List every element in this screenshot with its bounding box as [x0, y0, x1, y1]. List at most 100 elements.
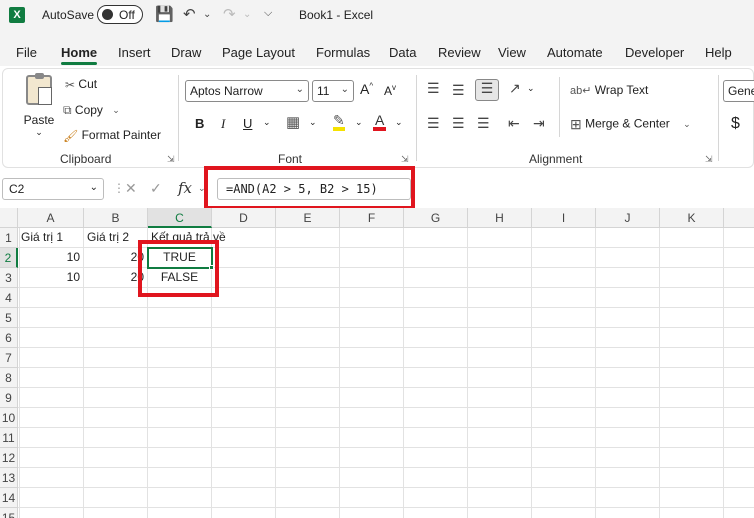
italic-button[interactable]: I: [221, 116, 225, 132]
align-center-icon[interactable]: ☰: [452, 115, 465, 132]
increase-font-size-icon[interactable]: A^: [360, 81, 373, 97]
merge-center-button[interactable]: ⊞ Merge & Center ⌄: [570, 116, 691, 133]
row-header-13[interactable]: 13: [0, 468, 18, 488]
tab-review[interactable]: Review: [438, 45, 481, 60]
chevron-down-icon[interactable]: ⌄: [263, 117, 271, 128]
font-launcher-icon[interactable]: ⇲: [401, 154, 409, 165]
align-top-icon[interactable]: ☰: [427, 80, 440, 97]
font-size-dropdown[interactable]: 11 ⌄: [312, 80, 354, 102]
row-header-8[interactable]: 8: [0, 368, 18, 388]
column-header-e[interactable]: E: [276, 208, 340, 228]
column-header-f[interactable]: F: [340, 208, 404, 228]
enter-icon[interactable]: ✓: [150, 180, 162, 197]
column-header-l[interactable]: [724, 208, 754, 228]
column-header-d[interactable]: D: [212, 208, 276, 228]
tab-file[interactable]: File: [16, 45, 37, 60]
chevron-down-icon: ⌄: [112, 105, 120, 116]
align-middle-icon[interactable]: ☰: [452, 82, 465, 99]
underline-button[interactable]: U: [243, 116, 252, 131]
redo-icon[interactable]: ↷: [223, 5, 236, 23]
row-header-3[interactable]: 3: [0, 268, 18, 288]
chevron-down-icon: ⌄: [340, 84, 349, 95]
chevron-down-icon[interactable]: ⌄: [309, 117, 317, 128]
tab-automate[interactable]: Automate: [547, 45, 603, 60]
column-header-h[interactable]: H: [468, 208, 532, 228]
align-right-icon[interactable]: ☰: [477, 115, 490, 132]
wrap-text-button[interactable]: ab↵ Wrap Text: [570, 83, 648, 97]
row-header-1[interactable]: 1: [0, 228, 18, 248]
row-header-14[interactable]: 14: [0, 488, 18, 508]
tab-page-layout[interactable]: Page Layout: [222, 45, 295, 60]
cell-a3[interactable]: 10: [18, 268, 84, 288]
insert-function-icon[interactable]: fx: [178, 179, 192, 197]
name-box[interactable]: C2 ⌄: [2, 178, 104, 200]
row-header-2[interactable]: 2: [0, 248, 18, 268]
row-header-11[interactable]: 11: [0, 428, 18, 448]
chevron-down-icon: ⌄: [295, 84, 304, 95]
title-bar: X AutoSave Off 💾 ↶ ⌄ ↷ ⌄ ⌵ Book1 - Excel: [0, 0, 754, 30]
paste-dropdown-icon: ⌄: [35, 127, 43, 137]
row-header-12[interactable]: 12: [0, 448, 18, 468]
tab-insert[interactable]: Insert: [118, 45, 151, 60]
column-header-a[interactable]: A: [18, 208, 84, 228]
tab-view[interactable]: View: [498, 45, 526, 60]
cut-button[interactable]: ✂ Cut: [65, 77, 97, 92]
format-painter-label: Format Painter: [81, 128, 161, 142]
tab-home[interactable]: Home: [61, 45, 98, 65]
cell-a2[interactable]: 10: [18, 248, 84, 268]
select-all-corner[interactable]: [0, 208, 18, 228]
column-header-i[interactable]: I: [532, 208, 596, 228]
wrap-text-icon: ab↵: [570, 85, 592, 98]
currency-icon[interactable]: $: [731, 115, 740, 133]
column-header-b[interactable]: B: [84, 208, 148, 228]
tab-formulas[interactable]: Formulas: [316, 45, 370, 60]
separator: [416, 75, 417, 161]
align-bottom-icon[interactable]: ☰: [475, 79, 499, 101]
chevron-down-icon[interactable]: ⌄: [355, 117, 363, 128]
tab-developer[interactable]: Developer: [625, 45, 684, 60]
undo-dropdown-icon[interactable]: ⌄: [203, 9, 211, 20]
font-color-icon[interactable]: A: [373, 113, 387, 131]
undo-icon[interactable]: ↶: [183, 5, 196, 23]
cancel-icon[interactable]: ✕: [125, 180, 137, 197]
bold-button[interactable]: B: [195, 116, 204, 131]
decrease-indent-icon[interactable]: ⇤: [508, 115, 520, 132]
paste-button[interactable]: Paste ⌄: [19, 73, 59, 138]
ribbon: Paste ⌄ ✂ Cut ⧉ Copy ⌄ 🖌 Format Painter …: [2, 68, 754, 168]
column-header-g[interactable]: G: [404, 208, 468, 228]
orientation-icon[interactable]: ↗: [509, 80, 521, 97]
column-header-c[interactable]: C: [148, 208, 212, 228]
copy-button[interactable]: ⧉ Copy ⌄: [63, 103, 120, 118]
format-painter-button[interactable]: 🖌 Format Painter: [63, 128, 161, 143]
row-header-6[interactable]: 6: [0, 328, 18, 348]
increase-indent-icon[interactable]: ⇥: [533, 115, 545, 132]
tab-draw[interactable]: Draw: [171, 45, 201, 60]
save-icon[interactable]: 💾: [155, 5, 174, 23]
tab-data[interactable]: Data: [389, 45, 416, 60]
row-header-7[interactable]: 7: [0, 348, 18, 368]
scissors-icon: ✂: [65, 77, 76, 92]
column-header-k[interactable]: K: [660, 208, 724, 228]
alignment-launcher-icon[interactable]: ⇲: [705, 154, 713, 165]
column-header-j[interactable]: J: [596, 208, 660, 228]
borders-icon[interactable]: ▦: [286, 113, 300, 131]
decrease-font-size-icon[interactable]: Av: [384, 83, 396, 98]
clipboard-launcher-icon[interactable]: ⇲: [167, 154, 175, 165]
cell-a1[interactable]: Giá trị 1: [18, 228, 84, 248]
row-header-9[interactable]: 9: [0, 388, 18, 408]
row-header-4[interactable]: 4: [0, 288, 18, 308]
fill-color-icon[interactable]: ✎: [333, 113, 345, 131]
row-header-10[interactable]: 10: [0, 408, 18, 428]
chevron-down-icon[interactable]: ⌄: [395, 117, 403, 128]
tab-help[interactable]: Help: [705, 45, 732, 60]
number-format-dropdown[interactable]: Gene: [723, 80, 754, 102]
autosave-toggle[interactable]: Off: [97, 5, 143, 24]
redo-dropdown-icon[interactable]: ⌄: [243, 9, 251, 20]
align-left-icon[interactable]: ☰: [427, 115, 440, 132]
chevron-down-icon: ⌄: [683, 119, 691, 129]
chevron-down-icon[interactable]: ⌄: [527, 83, 535, 94]
font-name-dropdown[interactable]: Aptos Narrow ⌄: [185, 80, 309, 102]
row-header-5[interactable]: 5: [0, 308, 18, 328]
customize-toolbar-icon[interactable]: ⌵: [264, 7, 272, 20]
row-header-15[interactable]: 15: [0, 508, 18, 518]
